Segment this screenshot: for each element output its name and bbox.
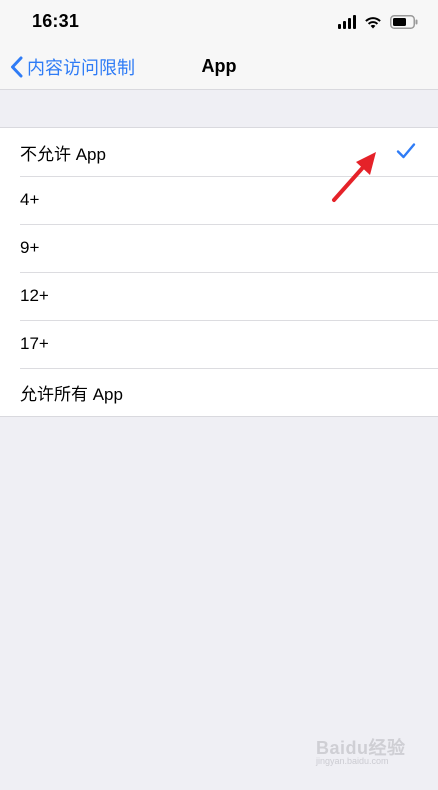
checkmark-icon [396,143,416,159]
option-label: 4+ [20,190,40,209]
watermark: Baidu经验 jingyan.baidu.com [316,734,412,768]
status-icons [338,13,418,31]
cellular-signal-icon [338,15,356,29]
screen: 16:31 内容访问限制 App 不允许 App 4+ 9+ 12+ 17+ 允… [0,0,438,790]
red-annotation-arrow-icon [332,152,376,202]
status-bar: 16:31 [0,0,438,44]
watermark-url: jingyan.baidu.com [316,756,389,766]
option-label: 允许所有 App [20,384,123,404]
option-12-plus[interactable]: 12+ [0,272,438,320]
status-time: 16:31 [32,11,80,31]
navigation-bar: 内容访问限制 App [0,44,438,90]
option-9-plus[interactable]: 9+ [0,224,438,272]
option-allow-all-apps[interactable]: 允许所有 App [0,368,438,416]
page-title: App [201,56,237,76]
battery-icon [390,15,418,29]
option-label: 9+ [20,238,40,257]
option-17-plus[interactable]: 17+ [0,320,438,368]
option-label: 17+ [20,334,49,353]
wifi-icon [365,17,381,29]
option-label: 不允许 App [20,144,106,164]
option-label: 12+ [20,286,49,305]
